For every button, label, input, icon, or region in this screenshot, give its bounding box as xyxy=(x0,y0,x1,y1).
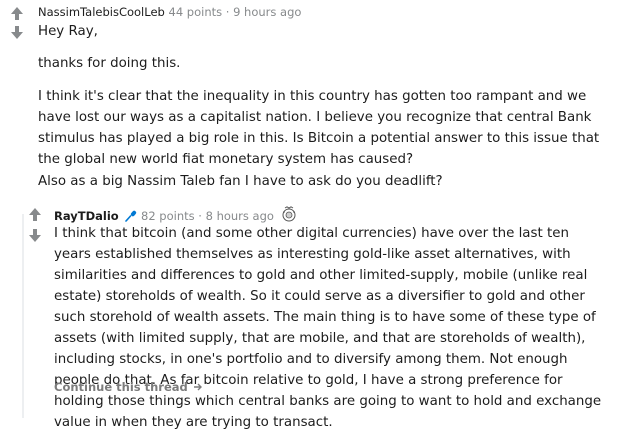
comment-paragraph: thanks for doing this. xyxy=(38,56,181,71)
arrow-right-icon xyxy=(193,381,203,395)
comment-meta: NassimTalebisCoolLeb 44 points · 9 hours… xyxy=(38,5,301,19)
comment-paragraph: Also as a big Nassim Taleb fan I have to… xyxy=(38,174,443,189)
continue-thread-link[interactable]: Continue this thread xyxy=(54,380,203,395)
upvote-arrow-icon[interactable] xyxy=(8,6,26,20)
comment-paragraph: I think it's clear that the inequality i… xyxy=(38,89,600,167)
comment-paragraph: Hey Ray, xyxy=(38,24,98,39)
comment-author[interactable]: NassimTalebisCoolLeb xyxy=(38,5,165,19)
comment-time[interactable]: 9 hours ago xyxy=(233,5,301,19)
downvote-arrow-icon[interactable] xyxy=(8,25,26,39)
comment-time[interactable]: 8 hours ago xyxy=(206,209,274,223)
comment-author[interactable]: RayTDalio xyxy=(54,209,119,223)
meta-separator: · xyxy=(198,209,202,223)
meta-separator: · xyxy=(225,5,230,19)
upvote-arrow-icon[interactable] xyxy=(26,207,44,221)
continue-thread-label: Continue this thread xyxy=(54,380,188,394)
comment-points: 82 points xyxy=(141,209,195,223)
thread-line[interactable] xyxy=(22,214,24,418)
downvote-arrow-icon[interactable] xyxy=(26,228,44,242)
comment-body: I think that bitcoin (and some other dig… xyxy=(54,226,602,430)
comment-points: 44 points xyxy=(168,5,223,19)
